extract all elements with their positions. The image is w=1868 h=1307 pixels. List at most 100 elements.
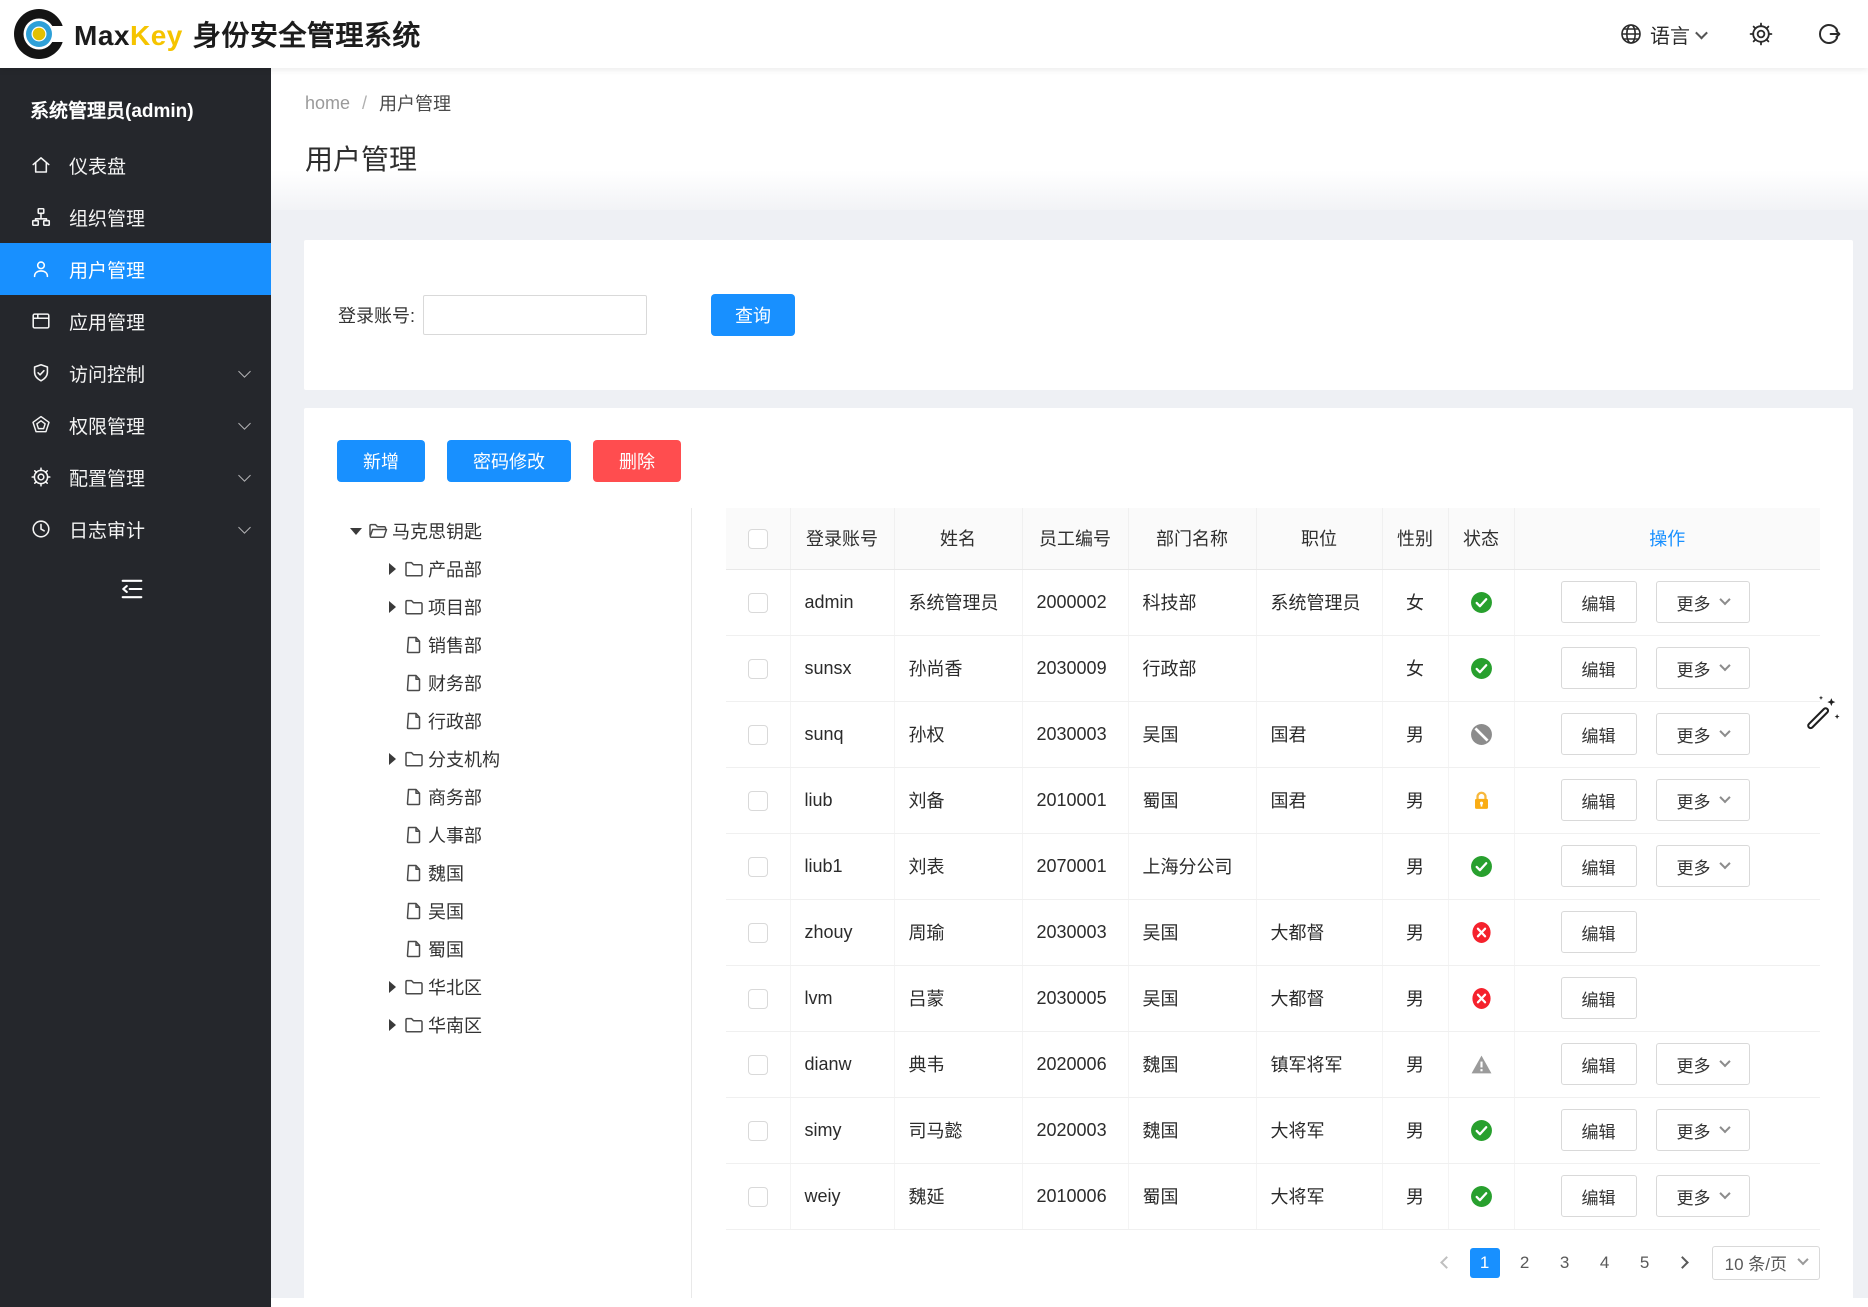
page-title: 用户管理 <box>305 138 1868 178</box>
tree-node[interactable]: 华北区 <box>340 968 691 1006</box>
tree-node[interactable]: 财务部 <box>340 664 691 702</box>
edit-button[interactable]: 编辑 <box>1561 1109 1637 1151</box>
tree-node[interactable]: 蜀国 <box>340 930 691 968</box>
row-checkbox[interactable] <box>748 593 768 613</box>
more-button[interactable]: 更多 <box>1656 581 1750 623</box>
row-checkbox[interactable] <box>748 989 768 1009</box>
col-gender: 性别 <box>1382 508 1448 569</box>
row-checkbox[interactable] <box>748 1055 768 1075</box>
col-position: 职位 <box>1256 508 1382 569</box>
page-1-button[interactable]: 1 <box>1470 1248 1500 1278</box>
more-button[interactable]: 更多 <box>1656 845 1750 887</box>
change-password-button[interactable]: 密码修改 <box>447 440 571 482</box>
caret-icon[interactable] <box>380 1019 404 1031</box>
next-page-button[interactable] <box>1670 1248 1696 1278</box>
row-checkbox[interactable] <box>748 923 768 943</box>
query-button[interactable]: 查询 <box>711 294 795 336</box>
more-button[interactable]: 更多 <box>1656 647 1750 689</box>
edit-button[interactable]: 编辑 <box>1561 911 1637 953</box>
footer-strip <box>271 1298 1868 1307</box>
status-active-icon <box>1470 657 1493 680</box>
edit-button[interactable]: 编辑 <box>1561 581 1637 623</box>
page-3-button[interactable]: 3 <box>1550 1248 1580 1278</box>
delete-button[interactable]: 删除 <box>593 440 681 482</box>
edit-button[interactable]: 编辑 <box>1561 845 1637 887</box>
cell-employee-id: 2000002 <box>1022 569 1128 635</box>
page-size-select[interactable]: 10 条/页 <box>1712 1246 1820 1280</box>
chevron-down-icon <box>238 469 251 482</box>
breadcrumb-home-link[interactable]: home <box>305 93 350 114</box>
breadcrumb: home / 用户管理 <box>305 90 1868 116</box>
row-checkbox[interactable] <box>748 1187 768 1207</box>
caret-icon[interactable] <box>380 601 404 613</box>
tree-node[interactable]: 马克思钥匙 <box>340 512 691 550</box>
more-button[interactable]: 更多 <box>1656 1109 1750 1151</box>
caret-icon[interactable] <box>380 563 404 575</box>
cell-department: 蜀国 <box>1128 1163 1256 1229</box>
table-row: liub1 刘表 2070001 上海分公司 男 编辑 更多 <box>726 833 1820 899</box>
chevron-down-icon <box>1719 857 1730 868</box>
logout-button[interactable] <box>1816 21 1842 47</box>
prev-page-button[interactable] <box>1434 1248 1460 1278</box>
col-status: 状态 <box>1448 508 1514 569</box>
language-button[interactable]: 语言 <box>1619 20 1706 49</box>
table-row: lvm 吕蒙 2030005 吴国 大都督 男 编辑 <box>726 965 1820 1031</box>
settings-button[interactable] <box>1748 21 1774 47</box>
cell-department: 吴国 <box>1128 965 1256 1031</box>
caret-icon[interactable] <box>380 981 404 993</box>
sidebar-item-permissions[interactable]: 权限管理 <box>0 399 271 451</box>
sidebar-item-access[interactable]: 访问控制 <box>0 347 271 399</box>
sidebar-item-org[interactable]: 组织管理 <box>0 191 271 243</box>
sidebar-collapse-button[interactable] <box>118 575 146 603</box>
page-4-button[interactable]: 4 <box>1590 1248 1620 1278</box>
sidebar-item-audit[interactable]: 日志审计 <box>0 503 271 555</box>
tree-node[interactable]: 行政部 <box>340 702 691 740</box>
row-checkbox[interactable] <box>748 659 768 679</box>
edit-button[interactable]: 编辑 <box>1561 1043 1637 1085</box>
edit-button[interactable]: 编辑 <box>1561 977 1637 1019</box>
more-button[interactable]: 更多 <box>1656 779 1750 821</box>
row-checkbox[interactable] <box>748 1121 768 1141</box>
login-account-input[interactable] <box>423 295 647 335</box>
add-button[interactable]: 新增 <box>337 440 425 482</box>
tree-node[interactable]: 商务部 <box>340 778 691 816</box>
row-checkbox[interactable] <box>748 791 768 811</box>
tree-node[interactable]: 魏国 <box>340 854 691 892</box>
tree-node[interactable]: 分支机构 <box>340 740 691 778</box>
tree-node[interactable]: 产品部 <box>340 550 691 588</box>
edit-button[interactable]: 编辑 <box>1561 779 1637 821</box>
edit-button[interactable]: 编辑 <box>1561 647 1637 689</box>
chevron-down-icon <box>1797 1254 1808 1265</box>
tree-node[interactable]: 销售部 <box>340 626 691 664</box>
status-active-icon <box>1470 591 1493 614</box>
more-button[interactable]: 更多 <box>1656 1175 1750 1217</box>
tree-node[interactable]: 华南区 <box>340 1006 691 1044</box>
sidebar-item-config[interactable]: 配置管理 <box>0 451 271 503</box>
tree-node[interactable]: 吴国 <box>340 892 691 930</box>
tree-node[interactable]: 人事部 <box>340 816 691 854</box>
row-checkbox[interactable] <box>748 857 768 877</box>
page-2-button[interactable]: 2 <box>1510 1248 1540 1278</box>
sidebar-item-users[interactable]: 用户管理 <box>0 243 271 295</box>
edit-button[interactable]: 编辑 <box>1561 713 1637 755</box>
cell-position: 大将军 <box>1256 1097 1382 1163</box>
sidebar-item-apps[interactable]: 应用管理 <box>0 295 271 347</box>
more-button[interactable]: 更多 <box>1656 713 1750 755</box>
row-checkbox[interactable] <box>748 725 768 745</box>
caret-icon[interactable] <box>380 753 404 765</box>
page-size-value: 10 条/页 <box>1725 1250 1787 1275</box>
table-row: dianw 典韦 2020006 魏国 镇军将军 男 编辑 更多 <box>726 1031 1820 1097</box>
sidebar-item-dashboard[interactable]: 仪表盘 <box>0 139 271 191</box>
caret-icon[interactable] <box>344 528 368 535</box>
page-5-button[interactable]: 5 <box>1630 1248 1660 1278</box>
cell-gender: 女 <box>1382 635 1448 701</box>
edit-button[interactable]: 编辑 <box>1561 1175 1637 1217</box>
more-button[interactable]: 更多 <box>1656 1043 1750 1085</box>
cell-employee-id: 2010006 <box>1022 1163 1128 1229</box>
select-all-checkbox[interactable] <box>748 529 768 549</box>
status-inactive-icon <box>1470 921 1493 944</box>
chevron-down-icon <box>238 365 251 378</box>
brand-title: MaxKey身份安全管理系统 <box>74 14 421 54</box>
cell-login-account: liub <box>790 767 894 833</box>
tree-node[interactable]: 项目部 <box>340 588 691 626</box>
